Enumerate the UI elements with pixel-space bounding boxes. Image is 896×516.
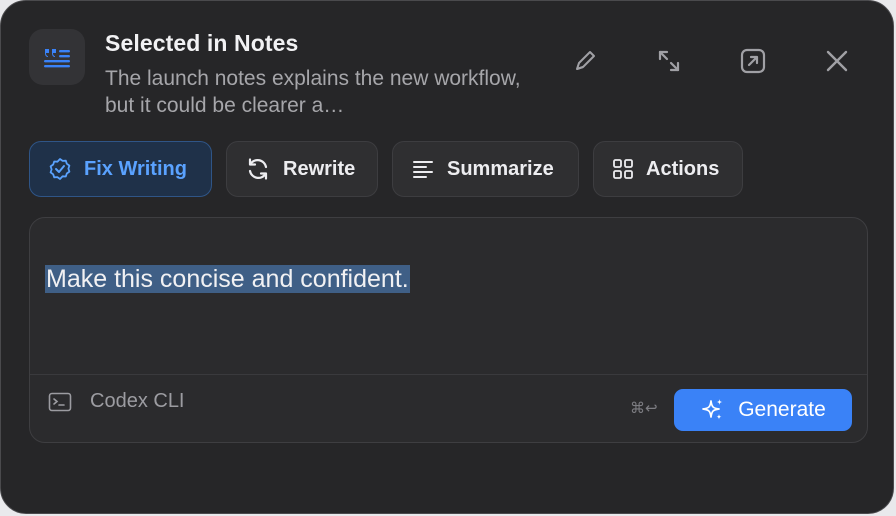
- summarize-label: Summarize: [447, 157, 554, 180]
- prompt-input[interactable]: Make this concise and confident.: [45, 265, 410, 294]
- badge-check-icon: [49, 158, 71, 180]
- expand-button[interactable]: [651, 43, 687, 79]
- close-button[interactable]: [819, 43, 855, 79]
- open-external-button[interactable]: [735, 43, 771, 79]
- close-icon: [826, 50, 848, 72]
- refresh-icon: [248, 158, 268, 180]
- generate-label: Generate: [738, 398, 826, 421]
- prompt-text: Make this concise and confident.: [45, 265, 410, 293]
- rewrite-label: Rewrite: [283, 157, 356, 180]
- summarize-chip[interactable]: Summarize: [392, 141, 579, 197]
- fix-writing-label: Fix Writing: [84, 157, 187, 180]
- pencil-icon: [576, 51, 595, 70]
- edit-button[interactable]: [567, 43, 603, 79]
- sparkles-icon: [702, 399, 723, 420]
- selection-preview: The launch notes explains the new workfl…: [105, 67, 521, 117]
- open-external-icon: [740, 48, 766, 74]
- window-title: Selected in Notes: [105, 30, 299, 56]
- lines-icon: [413, 161, 433, 178]
- grid-icon: [613, 159, 633, 179]
- fix-writing-chip[interactable]: Fix Writing: [29, 141, 212, 197]
- prompt-editor[interactable]: Make this concise and confident. Codex C…: [29, 217, 868, 443]
- terminal-icon: [48, 392, 72, 411]
- actions-label: Actions: [646, 157, 720, 180]
- assistant-panel: Selected in Notes The launch notes expla…: [0, 0, 894, 514]
- notes-quote-icon: [29, 29, 85, 85]
- rewrite-chip[interactable]: Rewrite: [226, 141, 378, 197]
- editor-divider: [30, 374, 867, 375]
- engine-label: Codex CLI: [90, 390, 185, 412]
- engine-selector[interactable]: Codex CLI: [48, 390, 185, 413]
- keyboard-shortcut-hint: ⌘↩: [630, 399, 658, 417]
- generate-button[interactable]: Generate: [674, 389, 852, 431]
- actions-chip[interactable]: Actions: [593, 141, 743, 197]
- expand-arrows-icon: [658, 50, 680, 72]
